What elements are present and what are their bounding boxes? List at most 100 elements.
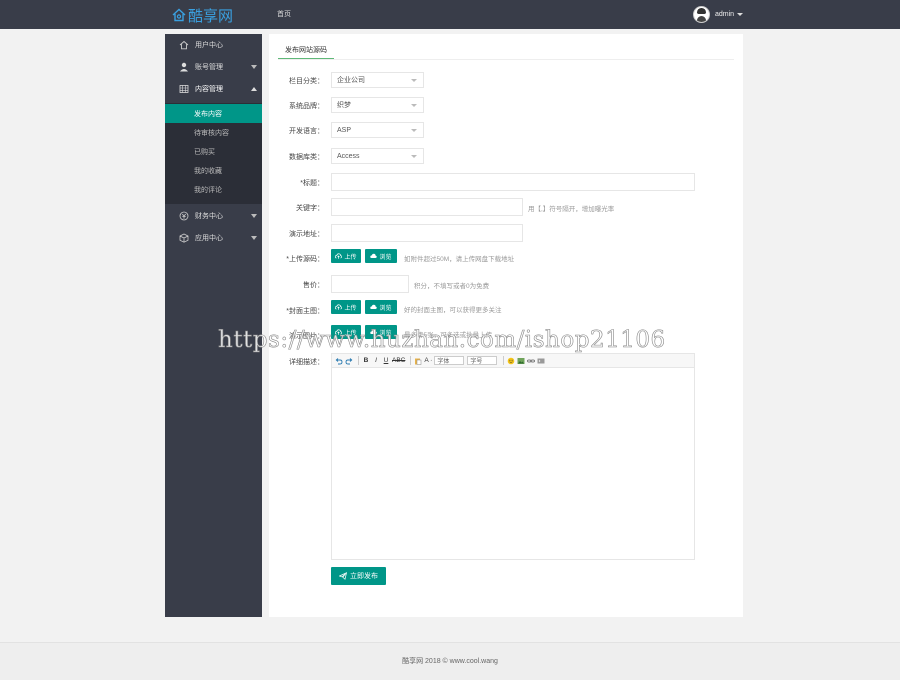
title-label: *标题：	[300, 180, 324, 187]
paste-icon[interactable]	[414, 356, 422, 366]
database-value: Access	[337, 152, 360, 160]
grid-icon	[179, 84, 189, 94]
sidebar-item-account[interactable]: 账号管理	[165, 56, 262, 78]
user-name: admin	[715, 11, 735, 18]
demo-url-label: 演示地址：	[289, 231, 324, 238]
database-label: 数据库类：	[289, 154, 324, 161]
code-icon[interactable]	[537, 356, 545, 366]
title-input[interactable]	[331, 173, 695, 191]
chevron-down-icon	[251, 236, 257, 240]
sidebar-item-label: 应用中心	[195, 235, 223, 242]
emoji-icon[interactable]	[507, 356, 515, 366]
size-select-label: 字号	[470, 359, 483, 365]
toolbar-divider	[410, 356, 412, 365]
sidebar: 用户中心 账号管理 内容管理 发布内容 待审核内容 已购买 我的收藏 我的评论 …	[165, 34, 262, 617]
price-hint: 积分，不填写或者0为免费	[414, 283, 490, 290]
bold-icon[interactable]: B	[362, 356, 370, 366]
browse-cover-button[interactable]: 浏览	[365, 300, 397, 314]
upload-button-label: 上传	[344, 254, 357, 261]
submenu-item-publish[interactable]: 发布内容	[165, 104, 262, 123]
strikethrough-icon[interactable]: ABC	[392, 356, 405, 366]
submenu-item-pending[interactable]: 待审核内容	[165, 123, 262, 142]
sidebar-item-user-center[interactable]: 用户中心	[165, 34, 262, 56]
language-select[interactable]: ASP	[331, 122, 424, 138]
system-value: 织梦	[337, 102, 351, 109]
house-logo-icon	[172, 8, 186, 22]
upload-source-label: *上传源码：	[286, 256, 324, 263]
tab-publish-source[interactable]: 发布网站源码	[278, 42, 334, 60]
details-label: 详细描述：	[289, 359, 324, 366]
submenu-item-favorites[interactable]: 我的收藏	[165, 161, 262, 180]
cloud-icon	[370, 253, 378, 258]
cover-hint: 好的封面主图，可以获得更多关注	[404, 307, 502, 314]
sidebar-item-label: 内容管理	[195, 86, 223, 93]
publish-button-label: 立即发布	[350, 573, 378, 580]
editor-toolbar: B I U ABC A · 字体 字号	[332, 354, 694, 368]
chevron-down-icon	[251, 65, 257, 69]
sidebar-item-apps[interactable]: 应用中心	[165, 227, 262, 249]
category-select[interactable]: 企业公司	[331, 72, 424, 88]
watermark: https://www.huzhan.com/ishop21106	[218, 327, 666, 354]
price-input[interactable]	[331, 275, 409, 293]
sidebar-item-finance[interactable]: 财务中心	[165, 205, 262, 227]
sidebar-item-content[interactable]: 内容管理	[165, 78, 262, 100]
language-label: 开发语言：	[289, 128, 324, 135]
rich-text-editor[interactable]: B I U ABC A · 字体 字号	[331, 353, 695, 560]
avatar	[693, 6, 710, 23]
finance-icon	[179, 211, 189, 221]
main-panel: 发布网站源码 栏目分类： 企业公司 系统品牌： 织梦 开发语言： ASP 数据库…	[269, 34, 743, 617]
font-color-icon[interactable]: A ·	[424, 356, 432, 366]
footer-copyright: 酷享网 2018 © www.cool.wang	[402, 658, 498, 665]
home-icon	[179, 40, 189, 50]
browse-button-label: 浏览	[379, 254, 392, 261]
redo-icon[interactable]	[345, 356, 353, 366]
system-select[interactable]: 织梦	[331, 97, 424, 113]
nav-home-link[interactable]: 首页	[277, 9, 291, 19]
keywords-hint: 用【,】符号隔开，增加曝光率	[528, 206, 615, 213]
footer: 酷享网 2018 © www.cool.wang	[0, 642, 900, 680]
chevron-down-icon	[737, 13, 744, 16]
category-value: 企业公司	[337, 77, 365, 84]
italic-icon[interactable]: I	[372, 356, 380, 366]
underline-icon[interactable]: U	[382, 356, 390, 366]
link-icon[interactable]	[527, 356, 536, 366]
font-family-select[interactable]: 字体	[434, 356, 465, 365]
site-logo[interactable]: 酷享网	[172, 6, 233, 25]
cloud-upload-icon	[335, 304, 343, 310]
font-size-select[interactable]: 字号	[467, 356, 498, 365]
cloud-icon	[370, 304, 378, 309]
toolbar-divider	[503, 356, 505, 365]
upload-cover-button[interactable]: 上传	[331, 300, 361, 314]
cube-icon	[179, 233, 189, 243]
system-label: 系统品牌：	[289, 103, 324, 110]
upload-source-button[interactable]: 上传	[331, 249, 361, 263]
chevron-down-icon	[251, 214, 257, 218]
submenu-content: 发布内容 待审核内容 已购买 我的收藏 我的评论	[165, 103, 262, 204]
user-icon	[179, 62, 189, 72]
toolbar-divider	[358, 356, 359, 365]
category-label: 栏目分类：	[289, 78, 324, 85]
sidebar-item-label: 账号管理	[195, 64, 223, 71]
top-navbar: 酷享网 首页 admin	[0, 0, 900, 29]
upload-button-label: 上传	[344, 305, 357, 312]
keywords-input[interactable]	[331, 198, 523, 216]
tab-divider	[278, 59, 734, 60]
chevron-up-icon	[251, 87, 257, 91]
browse-source-button[interactable]: 浏览	[365, 249, 397, 263]
browse-button-label: 浏览	[379, 305, 392, 312]
submenu-item-purchased[interactable]: 已购买	[165, 142, 262, 161]
image-icon[interactable]	[517, 356, 525, 366]
font-select-label: 字体	[437, 359, 450, 365]
cover-image-label: *封面主图：	[286, 308, 324, 315]
user-menu[interactable]: admin	[693, 6, 744, 23]
submenu-item-comments[interactable]: 我的评论	[165, 180, 262, 199]
demo-url-input[interactable]	[331, 224, 523, 242]
undo-icon[interactable]	[335, 356, 343, 366]
database-select[interactable]: Access	[331, 148, 424, 164]
cloud-upload-icon	[335, 253, 343, 259]
sidebar-item-label: 用户中心	[195, 42, 223, 49]
send-icon	[339, 572, 347, 580]
publish-button[interactable]: 立即发布	[331, 567, 386, 585]
sidebar-item-label: 财务中心	[195, 213, 223, 220]
language-value: ASP	[337, 126, 352, 134]
